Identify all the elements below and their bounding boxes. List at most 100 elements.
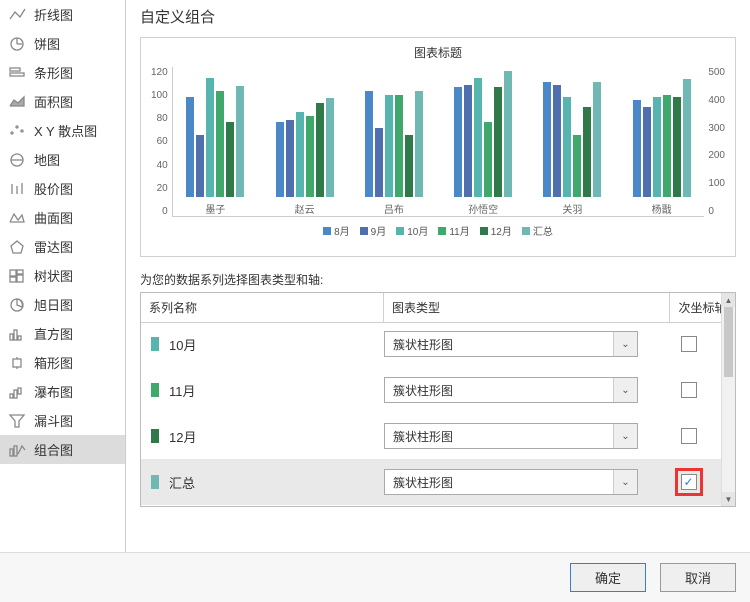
sidebar-item-11[interactable]: 直方图 [0, 319, 125, 348]
chevron-down-icon[interactable]: ⌄ [613, 424, 637, 448]
bar-group: 赵云 [266, 47, 343, 216]
cancel-button[interactable]: 取消 [660, 563, 736, 592]
bar [365, 91, 373, 197]
sidebar-item-9[interactable]: 树状图 [0, 261, 125, 290]
chart-type-icon [8, 239, 26, 255]
sidebar-item-8[interactable]: 雷达图 [0, 232, 125, 261]
bar-group: 杨戬 [623, 47, 700, 216]
series-color-swatch [151, 383, 159, 397]
bar [494, 87, 502, 197]
sidebar-item-13[interactable]: 瀑布图 [0, 377, 125, 406]
secondary-axis-checkbox[interactable] [681, 336, 697, 352]
series-name-label: 汇总 [169, 473, 195, 492]
bar [286, 120, 294, 198]
grid-header: 系列名称 图表类型 次坐标轴 [141, 293, 735, 323]
bar-group: 墨子 [177, 47, 254, 216]
series-color-swatch [151, 475, 159, 489]
chart-type-value: 簇状柱形图 [385, 332, 613, 356]
sidebar-item-label: 股价图 [34, 179, 73, 198]
chevron-down-icon[interactable]: ⌄ [613, 378, 637, 402]
y-axis-right: 5004003002001000 [704, 67, 725, 217]
sidebar-item-3[interactable]: 面积图 [0, 87, 125, 116]
series-color-swatch [151, 337, 159, 351]
bar [563, 97, 571, 197]
chart-type-icon [8, 181, 26, 197]
x-category: 赵云 [295, 201, 315, 216]
chart-type-select[interactable]: 簇状柱形图⌄ [384, 377, 638, 403]
panel-title: 自定义组合 [140, 6, 736, 27]
scroll-up-icon[interactable]: ▲ [722, 293, 735, 307]
sidebar-item-12[interactable]: 箱形图 [0, 348, 125, 377]
bar-group: 吕布 [355, 47, 432, 216]
sidebar-item-label: 雷达图 [34, 237, 73, 256]
bar [683, 79, 691, 197]
header-chart-type: 图表类型 [384, 293, 670, 322]
secondary-axis-checkbox[interactable] [681, 382, 697, 398]
bar [583, 107, 591, 197]
sidebar-item-4[interactable]: X Y 散点图 [0, 116, 125, 145]
legend-entry: 12月 [480, 223, 512, 238]
chevron-down-icon[interactable]: ⌄ [613, 470, 637, 494]
chevron-down-icon[interactable]: ⌄ [613, 332, 637, 356]
series-row: 汇总 簇状柱形图⌄ ✓ [141, 459, 721, 505]
chart-preview: 图表标题 120100806040200 墨子赵云吕布孙悟空关羽杨戬 50040… [140, 37, 736, 257]
sidebar-item-label: 饼图 [34, 34, 60, 53]
sidebar-item-label: X Y 散点图 [34, 121, 97, 140]
bar [276, 122, 284, 197]
scroll-down-icon[interactable]: ▼ [722, 492, 735, 506]
sidebar-item-6[interactable]: 股价图 [0, 174, 125, 203]
sidebar-item-label: 树状图 [34, 266, 73, 285]
bar-group: 孙悟空 [444, 47, 521, 216]
bar [663, 95, 671, 198]
bar [226, 122, 234, 197]
sidebar-item-10[interactable]: 旭日图 [0, 290, 125, 319]
x-category: 吕布 [384, 201, 404, 216]
bar [643, 107, 651, 197]
chart-type-select[interactable]: 簇状柱形图⌄ [384, 423, 638, 449]
x-category: 杨戬 [652, 201, 672, 216]
sidebar-item-2[interactable]: 条形图 [0, 58, 125, 87]
instruction-label: 为您的数据系列选择图表类型和轴: [140, 271, 736, 288]
sidebar-item-label: 漏斗图 [34, 411, 73, 430]
sidebar-item-0[interactable]: 折线图 [0, 0, 125, 29]
sidebar-item-label: 地图 [34, 150, 60, 169]
sidebar-item-7[interactable]: 曲面图 [0, 203, 125, 232]
x-category: 关羽 [562, 201, 582, 216]
secondary-axis-checkbox[interactable] [681, 428, 697, 444]
chart-plot-area: 墨子赵云吕布孙悟空关羽杨戬 [172, 67, 705, 217]
bar [395, 95, 403, 198]
sidebar-item-label: 条形图 [34, 63, 73, 82]
vertical-scrollbar[interactable]: ▲ ▼ [721, 293, 735, 506]
ok-button[interactable]: 确定 [570, 563, 646, 592]
series-color-swatch [151, 429, 159, 443]
sidebar-item-14[interactable]: 漏斗图 [0, 406, 125, 435]
series-name-label: 10月 [169, 335, 196, 354]
chart-type-icon [8, 384, 26, 400]
sidebar-item-5[interactable]: 地图 [0, 145, 125, 174]
bar [385, 95, 393, 198]
chart-type-icon [8, 442, 26, 458]
header-series-name: 系列名称 [141, 293, 384, 322]
chart-type-select[interactable]: 簇状柱形图⌄ [384, 469, 638, 495]
chart-type-icon [8, 326, 26, 342]
bar [464, 85, 472, 198]
legend-entry: 10月 [396, 223, 428, 238]
bar [593, 82, 601, 197]
secondary-axis-checkbox[interactable]: ✓ [681, 474, 697, 490]
chart-type-icon [8, 268, 26, 284]
bar [415, 91, 423, 197]
series-name-label: 12月 [169, 427, 196, 446]
chart-type-icon [8, 413, 26, 429]
bar [186, 97, 194, 197]
sidebar-item-1[interactable]: 饼图 [0, 29, 125, 58]
series-row: 11月 簇状柱形图⌄ [141, 367, 721, 413]
series-name-label: 11月 [169, 381, 196, 400]
chart-legend: 8月9月10月11月12月汇总 [151, 223, 725, 238]
bar [454, 87, 462, 197]
chart-type-select[interactable]: 簇状柱形图⌄ [384, 331, 638, 357]
chart-type-icon [8, 210, 26, 226]
chart-type-icon [8, 7, 26, 23]
sidebar-item-15[interactable]: 组合图 [0, 435, 125, 464]
series-grid: 系列名称 图表类型 次坐标轴 10月簇状柱形图⌄11月簇状柱形图⌄12月簇状柱形… [140, 292, 736, 507]
scroll-thumb[interactable] [724, 307, 733, 377]
